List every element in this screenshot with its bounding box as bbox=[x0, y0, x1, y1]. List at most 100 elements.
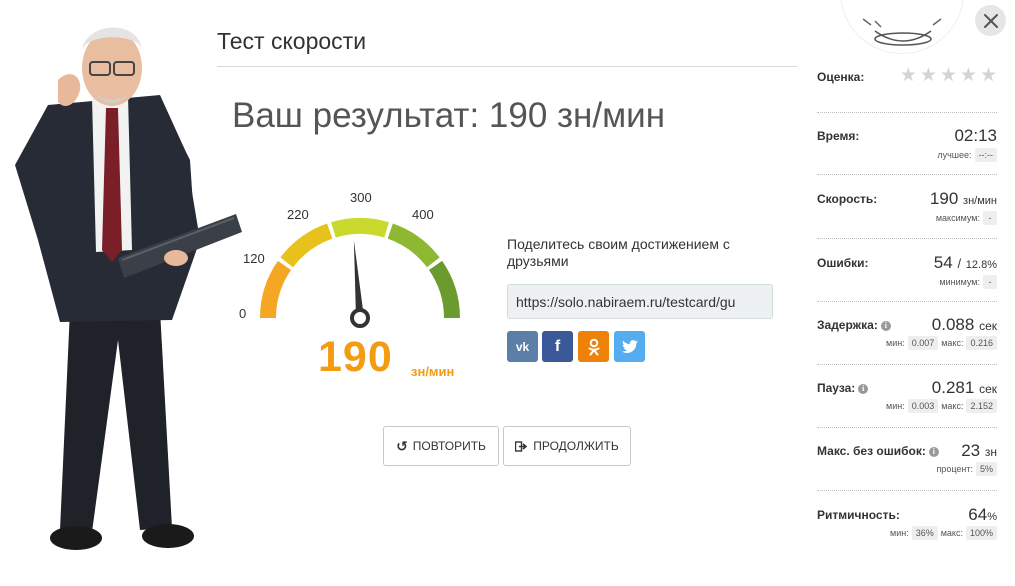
rhythm-number: 64 bbox=[968, 505, 988, 524]
no-errors-value: 23 зн bbox=[961, 441, 997, 461]
pause-unit: сек bbox=[979, 382, 997, 396]
avatar bbox=[840, 0, 964, 54]
delay-max-value: 0.216 bbox=[966, 336, 997, 350]
retry-label: ПОВТОРИТЬ bbox=[412, 439, 486, 453]
errors-percent: 12.8% bbox=[965, 259, 997, 271]
star-icon: ★ bbox=[979, 65, 997, 86]
stat-speed: Скорость: 190 зн/мин максимум: - bbox=[817, 189, 997, 225]
stat-errors: Ошибки: 54 / 12.8% минимум: - bbox=[817, 253, 997, 289]
star-icon: ★ bbox=[919, 65, 937, 86]
gauge-tick-0: 0 bbox=[239, 306, 247, 321]
stat-divider bbox=[817, 301, 997, 302]
no-errors-percent-label: процент: bbox=[936, 464, 973, 474]
gauge-tick-400: 400 bbox=[412, 207, 434, 222]
speed-unit: зн/мин bbox=[963, 195, 997, 207]
rhythm-max-value: 100% bbox=[965, 526, 997, 540]
retry-button[interactable]: ↺ ПОВТОРИТЬ bbox=[383, 426, 499, 466]
pause-label-text: Пауза: bbox=[817, 381, 856, 395]
stat-divider bbox=[817, 238, 997, 239]
odnoklassniki-share-button[interactable] bbox=[578, 331, 609, 362]
rhythm-min-value: 36% bbox=[911, 526, 938, 540]
delay-number: 0.088 bbox=[931, 315, 975, 334]
title-divider bbox=[217, 66, 797, 67]
time-best-value: --:-- bbox=[974, 148, 997, 162]
share-link-field[interactable] bbox=[507, 284, 773, 319]
pause-min-value: 0.003 bbox=[907, 399, 939, 413]
time-best: лучшее: --:-- bbox=[937, 148, 997, 162]
twitter-icon bbox=[621, 339, 638, 353]
speed-max-label: максимум: bbox=[935, 213, 980, 223]
stat-rating: Оценка: ★ ★ ★ ★ ★ bbox=[817, 66, 997, 90]
star-icon: ★ bbox=[899, 65, 917, 86]
stat-divider bbox=[817, 112, 997, 113]
stat-divider bbox=[817, 427, 997, 428]
no-errors-unit: зн bbox=[984, 445, 997, 459]
retry-icon: ↺ bbox=[396, 437, 408, 454]
twitter-share-button[interactable] bbox=[614, 331, 645, 362]
gauge-tick-220: 220 bbox=[287, 207, 309, 222]
star-icon: ★ bbox=[959, 65, 977, 86]
time-value: 02:13 bbox=[954, 126, 997, 145]
delay-max-label: макс: bbox=[941, 338, 964, 348]
close-button[interactable] bbox=[975, 5, 1006, 36]
rhythm-value: 64% bbox=[968, 505, 997, 525]
vk-share-button[interactable]: vk bbox=[507, 331, 538, 362]
gauge-unit: зн/мин bbox=[411, 364, 455, 379]
speed-max-value: - bbox=[983, 211, 997, 225]
gauge-value: 190 bbox=[318, 333, 393, 381]
no-errors-percent-value: 5% bbox=[975, 462, 997, 476]
odnoklassniki-icon bbox=[588, 338, 599, 355]
teacher-illustration bbox=[15, 27, 242, 550]
pause-max-label: макс: bbox=[941, 401, 964, 411]
gauge-tick-120: 120 bbox=[243, 251, 265, 266]
pause-min-label: мин: bbox=[886, 401, 905, 411]
result-heading: Ваш результат: 190 зн/мин bbox=[232, 96, 666, 135]
stat-divider bbox=[817, 490, 997, 491]
rhythm-min-label: мин: bbox=[890, 528, 909, 538]
pause-range: мин: 0.003 макс: 2.152 bbox=[886, 399, 997, 413]
page-title: Тест скорости bbox=[217, 28, 367, 54]
stat-time: Время: 02:13 лучшее: --:-- bbox=[817, 126, 997, 162]
gauge-segment bbox=[387, 223, 440, 268]
rhythm-label: Ритмичность: bbox=[817, 508, 900, 522]
gauge-hub bbox=[350, 308, 370, 328]
no-errors-label-text: Макс. без ошибок: bbox=[817, 444, 926, 458]
continue-label: ПРОДОЛЖИТЬ bbox=[533, 439, 619, 453]
no-errors-percent: процент: 5% bbox=[936, 462, 997, 476]
errors-min: минимум: - bbox=[939, 275, 997, 289]
pause-value: 0.281 сек bbox=[932, 378, 997, 398]
stat-rhythm: Ритмичность: 64% мин: 36% макс: 100% bbox=[817, 505, 997, 540]
no-errors-label: Макс. без ошибок: i bbox=[817, 444, 939, 458]
share-prompt: Поделитесь своим достижением с друзьями bbox=[507, 236, 730, 269]
pause-label: Пауза: i bbox=[817, 381, 869, 395]
errors-slash: / bbox=[957, 256, 962, 271]
errors-value: 54 / 12.8% bbox=[934, 253, 997, 273]
errors-number: 54 bbox=[933, 253, 953, 272]
star-icon: ★ bbox=[939, 65, 957, 86]
continue-button[interactable]: ПРОДОЛЖИТЬ bbox=[503, 426, 631, 466]
gauge-segment bbox=[260, 260, 292, 319]
delay-value: 0.088 сек bbox=[932, 315, 997, 335]
pause-number: 0.281 bbox=[931, 378, 975, 397]
facebook-icon: f bbox=[554, 337, 561, 355]
rating-stars: ★ ★ ★ ★ ★ bbox=[900, 66, 997, 86]
speed-number: 190 bbox=[929, 189, 959, 208]
pause-max-value: 2.152 bbox=[966, 399, 997, 413]
errors-min-value: - bbox=[983, 275, 997, 289]
errors-label: Ошибки: bbox=[817, 256, 869, 270]
avatar-illustration bbox=[862, 18, 942, 46]
delay-range: мин: 0.007 макс: 0.216 bbox=[886, 336, 997, 350]
info-icon[interactable]: i bbox=[880, 321, 891, 331]
speed-value: 190 зн/мин bbox=[930, 189, 997, 209]
time-label: Время: bbox=[817, 129, 860, 143]
gauge-tick-300: 300 bbox=[350, 190, 372, 205]
continue-icon bbox=[515, 440, 528, 452]
gauge-needle bbox=[353, 240, 364, 319]
stat-divider bbox=[817, 364, 997, 365]
info-icon[interactable]: i bbox=[928, 447, 939, 457]
info-icon[interactable]: i bbox=[858, 384, 869, 394]
facebook-share-button[interactable]: f bbox=[542, 331, 573, 362]
stat-pause: Пауза: i 0.281 сек мин: 0.003 макс: 2.152 bbox=[817, 378, 997, 413]
delay-label: Задержка: i bbox=[817, 318, 891, 332]
stat-divider bbox=[817, 174, 997, 175]
